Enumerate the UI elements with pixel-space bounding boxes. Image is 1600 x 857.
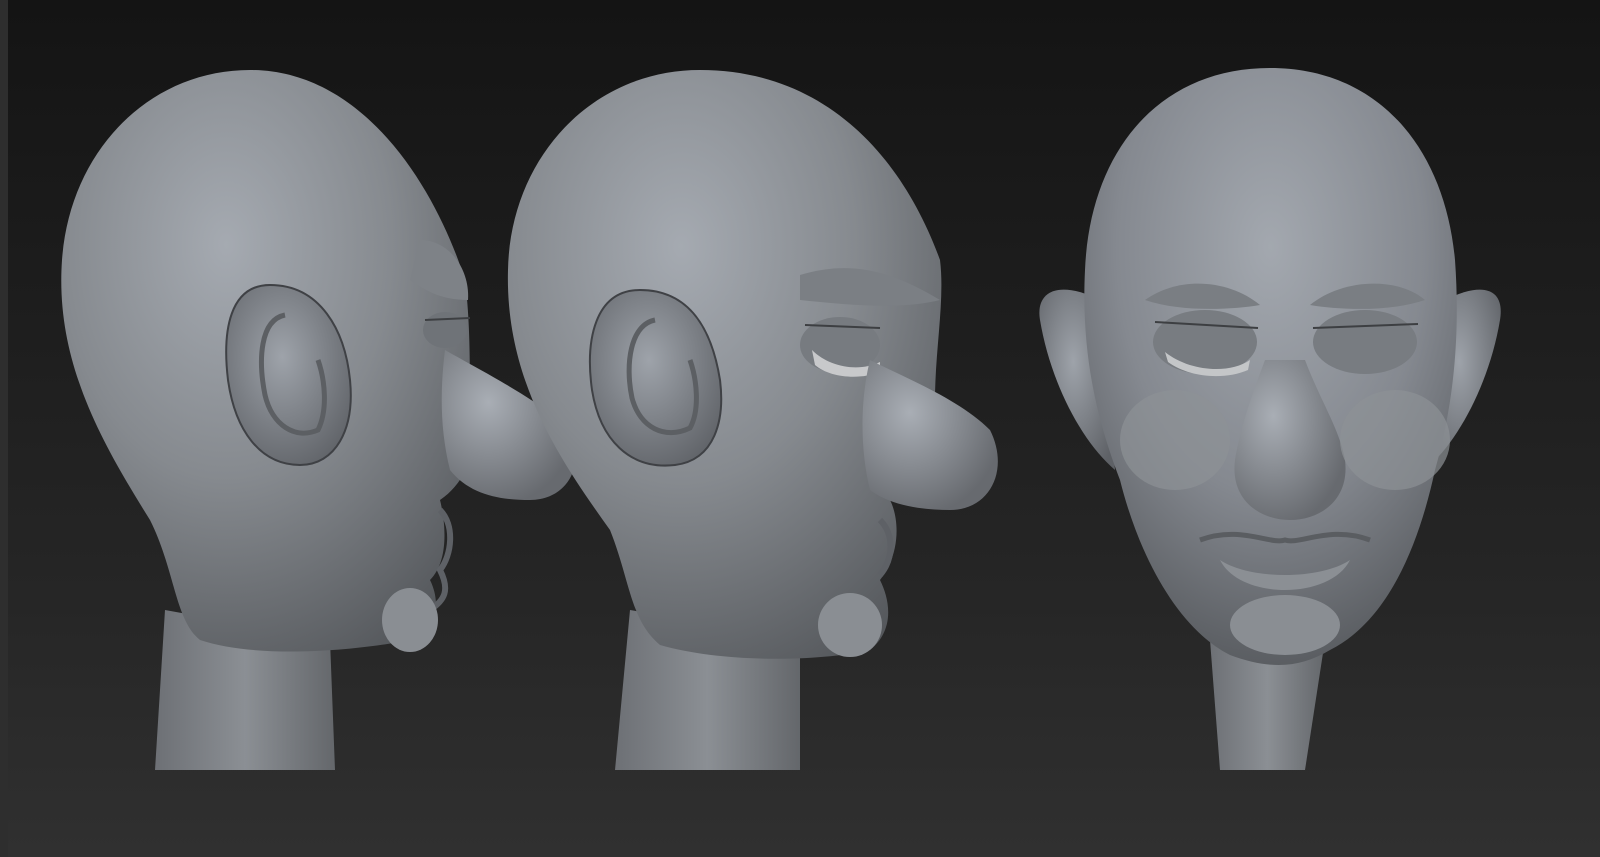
eye-front-right [1313, 310, 1417, 374]
chin-three-quarter [818, 593, 882, 657]
model-render-canvas[interactable] [0, 0, 1600, 857]
head-front-view[interactable] [1039, 68, 1501, 770]
chin-side [382, 588, 438, 652]
head-side-view[interactable] [61, 70, 576, 770]
eye-side [423, 312, 467, 348]
cheek-front-left [1120, 390, 1230, 490]
cheek-front-right [1340, 390, 1450, 490]
chin-front [1230, 595, 1340, 655]
eye-front-left [1153, 310, 1257, 374]
sculpt-viewport[interactable] [0, 0, 1600, 857]
head-three-quarter-view[interactable] [507, 70, 998, 770]
